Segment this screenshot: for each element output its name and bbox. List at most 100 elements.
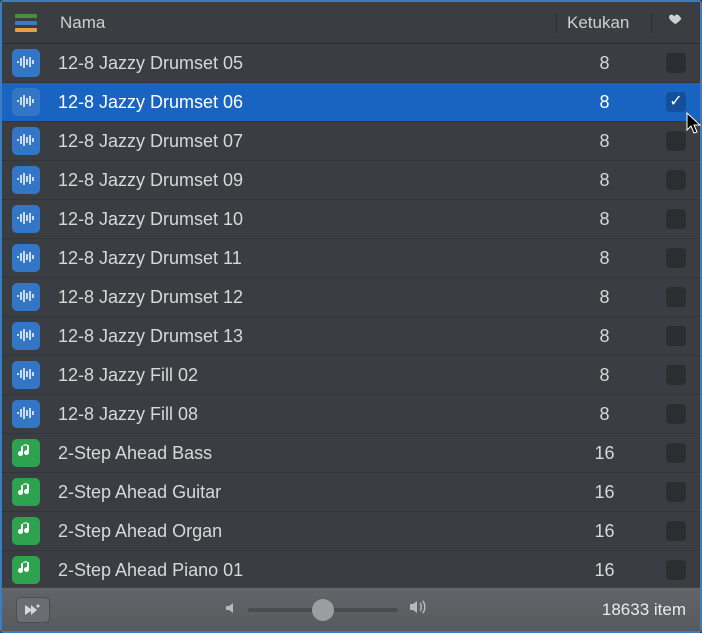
row-type-icon xyxy=(2,166,50,194)
favorite-toggle[interactable] xyxy=(652,170,700,190)
table-row[interactable]: 12-8 Jazzy Drumset 128 xyxy=(2,278,700,317)
waveform-icon xyxy=(16,131,36,152)
volume-slider[interactable] xyxy=(248,608,398,612)
row-type-icon xyxy=(2,205,50,233)
volume-control xyxy=(50,599,602,620)
volume-low-icon xyxy=(224,600,238,620)
favorite-toggle[interactable] xyxy=(652,131,700,151)
column-header-name[interactable]: Nama xyxy=(50,13,557,33)
row-name: 12-8 Jazzy Drumset 12 xyxy=(50,287,557,308)
row-name: 12-8 Jazzy Fill 02 xyxy=(50,365,557,386)
row-type-icon xyxy=(2,322,50,350)
table-row[interactable]: 12-8 Jazzy Drumset 118 xyxy=(2,239,700,278)
row-beats: 16 xyxy=(557,521,652,542)
volume-high-icon xyxy=(408,599,428,620)
loop-list[interactable]: 12-8 Jazzy Drumset 05812-8 Jazzy Drumset… xyxy=(2,44,700,587)
row-beats: 8 xyxy=(557,209,652,230)
table-row[interactable]: 2-Step Ahead Bass16 xyxy=(2,434,700,473)
row-beats: 8 xyxy=(557,365,652,386)
volume-thumb[interactable] xyxy=(312,599,334,621)
row-beats: 8 xyxy=(557,53,652,74)
favorite-toggle[interactable]: ✓ xyxy=(652,92,700,112)
column-header-beats[interactable]: Ketukan xyxy=(557,13,652,33)
row-type-icon xyxy=(2,556,50,584)
favorite-toggle[interactable] xyxy=(652,365,700,385)
column-header-favorite[interactable] xyxy=(652,11,700,34)
row-type-icon xyxy=(2,439,50,467)
waveform-icon xyxy=(16,404,36,425)
favorite-toggle[interactable] xyxy=(652,443,700,463)
favorite-toggle[interactable] xyxy=(652,521,700,541)
table-row[interactable]: 12-8 Jazzy Drumset 138 xyxy=(2,317,700,356)
row-name: 12-8 Jazzy Drumset 06 xyxy=(50,92,557,113)
row-type-icon xyxy=(2,517,50,545)
row-name: 2-Step Ahead Piano 01 xyxy=(50,560,557,581)
row-beats: 16 xyxy=(557,482,652,503)
table-header: Nama Ketukan xyxy=(2,2,700,44)
table-row[interactable]: 2-Step Ahead Guitar16 xyxy=(2,473,700,512)
music-note-icon xyxy=(18,521,34,542)
row-name: 12-8 Jazzy Drumset 09 xyxy=(50,170,557,191)
row-beats: 8 xyxy=(557,92,652,113)
music-note-icon xyxy=(18,443,34,464)
row-type-icon xyxy=(2,478,50,506)
row-name: 2-Step Ahead Guitar xyxy=(50,482,557,503)
waveform-icon xyxy=(16,170,36,191)
waveform-icon xyxy=(16,326,36,347)
row-name: 12-8 Jazzy Drumset 13 xyxy=(50,326,557,347)
row-beats: 16 xyxy=(557,443,652,464)
waveform-icon xyxy=(16,53,36,74)
table-row[interactable]: 12-8 Jazzy Drumset 108 xyxy=(2,200,700,239)
row-type-icon xyxy=(2,244,50,272)
waveform-icon xyxy=(16,92,36,113)
row-beats: 16 xyxy=(557,560,652,581)
row-name: 2-Step Ahead Bass xyxy=(50,443,557,464)
favorite-toggle[interactable] xyxy=(652,560,700,580)
row-type-icon xyxy=(2,400,50,428)
favorite-toggle[interactable] xyxy=(652,326,700,346)
row-type-icon xyxy=(2,88,50,116)
row-name: 12-8 Jazzy Fill 08 xyxy=(50,404,557,425)
waveform-icon xyxy=(16,248,36,269)
row-beats: 8 xyxy=(557,287,652,308)
row-beats: 8 xyxy=(557,170,652,191)
row-name: 12-8 Jazzy Drumset 07 xyxy=(50,131,557,152)
table-row[interactable]: 12-8 Jazzy Drumset 058 xyxy=(2,44,700,83)
favorite-toggle[interactable] xyxy=(652,53,700,73)
row-beats: 8 xyxy=(557,404,652,425)
check-icon: ✓ xyxy=(669,94,682,110)
row-type-icon xyxy=(2,127,50,155)
music-note-icon xyxy=(18,482,34,503)
favorite-toggle[interactable] xyxy=(652,248,700,268)
item-count-label: 18633 item xyxy=(602,600,686,620)
table-row[interactable]: 12-8 Jazzy Drumset 098 xyxy=(2,161,700,200)
music-note-icon xyxy=(18,560,34,581)
table-row[interactable]: 12-8 Jazzy Fill 028 xyxy=(2,356,700,395)
table-row[interactable]: 12-8 Jazzy Fill 088 xyxy=(2,395,700,434)
row-beats: 8 xyxy=(557,248,652,269)
favorite-toggle[interactable] xyxy=(652,287,700,307)
waveform-icon xyxy=(16,365,36,386)
row-type-icon xyxy=(2,361,50,389)
preview-play-button[interactable] xyxy=(16,597,50,623)
table-row[interactable]: 2-Step Ahead Piano 0116 xyxy=(2,551,700,587)
waveform-icon xyxy=(16,287,36,308)
row-beats: 8 xyxy=(557,326,652,347)
row-name: 2-Step Ahead Organ xyxy=(50,521,557,542)
footer-bar: 18633 item xyxy=(2,587,700,631)
table-row[interactable]: 12-8 Jazzy Drumset 078 xyxy=(2,122,700,161)
row-type-icon xyxy=(2,283,50,311)
favorite-toggle[interactable] xyxy=(652,209,700,229)
table-row[interactable]: 2-Step Ahead Organ16 xyxy=(2,512,700,551)
favorite-toggle[interactable] xyxy=(652,482,700,502)
row-name: 12-8 Jazzy Drumset 05 xyxy=(50,53,557,74)
row-name: 12-8 Jazzy Drumset 11 xyxy=(50,248,557,269)
favorite-toggle[interactable] xyxy=(652,404,700,424)
table-row[interactable]: 12-8 Jazzy Drumset 068 ✓ xyxy=(2,83,700,122)
heart-icon xyxy=(667,11,685,34)
row-type-icon xyxy=(2,49,50,77)
browser-menu-button[interactable] xyxy=(2,14,50,32)
row-beats: 8 xyxy=(557,131,652,152)
waveform-icon xyxy=(16,209,36,230)
row-name: 12-8 Jazzy Drumset 10 xyxy=(50,209,557,230)
